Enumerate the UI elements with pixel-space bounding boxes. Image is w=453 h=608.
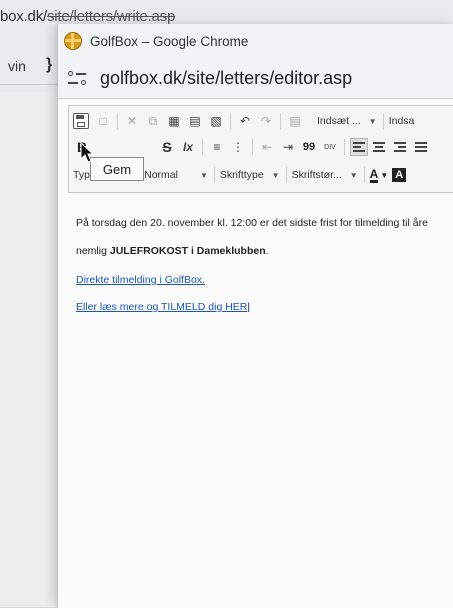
- toolbar-separator: [344, 139, 345, 155]
- copy-icon[interactable]: ⧉: [144, 112, 162, 130]
- insert-dropdown[interactable]: Indsæt ... ▼: [317, 115, 377, 127]
- globe-icon: [64, 32, 82, 50]
- window-title: GolfBox – Google Chrome: [90, 33, 249, 49]
- background-side-glyph: }: [46, 56, 53, 73]
- undo-icon[interactable]: ↶: [236, 112, 254, 130]
- strikethrough-button[interactable]: S: [158, 138, 176, 156]
- insert-dropdown-2[interactable]: Indsa: [389, 115, 415, 127]
- font-size-dropdown[interactable]: Skriftstør... ▼: [292, 169, 358, 181]
- paste-icon[interactable]: ▦: [165, 112, 183, 130]
- chevron-down-icon: ▼: [349, 170, 358, 180]
- chevron-down-icon: ▼: [368, 116, 377, 126]
- toolbar-separator: [285, 167, 287, 183]
- toolbar-separator: [213, 167, 215, 183]
- toolbar-row-2: B S Ix ≡ ⋮ ⇤ ⇥ 99 DIV: [73, 136, 434, 158]
- align-left-button[interactable]: [350, 138, 368, 156]
- background-url: box.dk/site/letters/write.asp: [0, 8, 176, 25]
- chevron-down-icon: ▼: [271, 170, 280, 180]
- save-button[interactable]: [73, 113, 89, 129]
- site-info-icon[interactable]: [68, 69, 92, 87]
- url-text[interactable]: golfbox.dk/site/letters/editor.asp: [100, 68, 352, 89]
- format-dropdown[interactable]: Normal ▼: [144, 169, 208, 181]
- template-icon[interactable]: ▤: [286, 112, 304, 130]
- font-label: Skrifttype: [219, 169, 264, 181]
- toolbar-separator: [363, 167, 365, 183]
- event-name: JULEFROKOST i Dameklubben: [109, 245, 266, 257]
- editor-page: □ ✕ ⧉ ▦ ▤ ▧ ↶ ↷ ▤ Indsæt ... ▼ Indsa S I…: [58, 98, 453, 608]
- align-right-button[interactable]: [392, 138, 410, 156]
- bulleted-list-icon[interactable]: ⋮: [229, 138, 247, 156]
- toolbar-separator: [252, 139, 253, 155]
- toolbar-separator: [230, 113, 231, 129]
- background-strip: [0, 92, 57, 607]
- toolbar-separator: [382, 113, 384, 129]
- indent-icon[interactable]: ⇥: [279, 138, 297, 156]
- align-center-button[interactable]: [371, 138, 389, 156]
- cut-icon[interactable]: ✕: [123, 112, 141, 130]
- toolbar-row-1: □ ✕ ⧉ ▦ ▤ ▧ ↶ ↷ ▤ Indsæt ... ▼ Indsa: [73, 110, 418, 132]
- justify-button[interactable]: [413, 138, 431, 156]
- font-size-label: Skriftstør...: [291, 169, 342, 181]
- redo-icon[interactable]: ↷: [257, 112, 275, 130]
- save-tooltip: Gem: [90, 157, 144, 181]
- outdent-icon[interactable]: ⇤: [258, 138, 276, 156]
- mouse-pointer-icon: [80, 142, 94, 163]
- insert-dropdown-label: Indsæt ...: [317, 115, 361, 127]
- background-side-text: vin: [8, 58, 26, 74]
- chevron-down-icon: ▼: [199, 170, 208, 180]
- numbered-list-icon[interactable]: ≡: [208, 138, 226, 156]
- blockquote-button[interactable]: 99: [300, 138, 318, 156]
- div-container-button[interactable]: DIV: [321, 138, 339, 156]
- paste-text-icon[interactable]: ▤: [186, 112, 204, 130]
- content-line-1: På torsdag den 20. november kl. 12:00 er…: [76, 217, 428, 229]
- read-more-link[interactable]: Eller læs mere og TILMELD dig HER: [76, 301, 247, 313]
- toolbar-separator: [117, 113, 118, 129]
- background-divider: [0, 84, 57, 85]
- toolbar-separator: [280, 113, 281, 129]
- address-bar[interactable]: golfbox.dk/site/letters/editor.asp: [58, 58, 453, 98]
- chevron-down-icon: ▼: [380, 170, 389, 180]
- popup-window: GolfBox – Google Chrome golfbox.dk/site/…: [57, 24, 453, 608]
- toolbar-separator: [202, 139, 203, 155]
- background-color-button[interactable]: A: [392, 168, 407, 182]
- format-label: Normal: [144, 169, 178, 181]
- content-line-2: nemlig JULEFROKOST i Dameklubben.: [76, 245, 269, 257]
- paste-word-icon[interactable]: ▧: [207, 112, 225, 130]
- title-bar[interactable]: GolfBox – Google Chrome: [58, 24, 453, 58]
- remove-format-button[interactable]: Ix: [179, 138, 197, 156]
- text-color-button[interactable]: A: [369, 168, 379, 183]
- direct-signup-link[interactable]: Direkte tilmelding i GolfBox.: [76, 274, 205, 286]
- preview-icon[interactable]: □: [94, 112, 112, 130]
- insert-dropdown-2-label: Indsa: [388, 115, 415, 127]
- font-dropdown[interactable]: Skrifttype ▼: [220, 169, 280, 181]
